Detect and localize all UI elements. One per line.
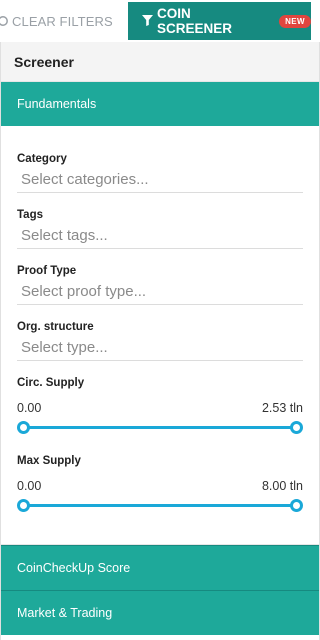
- tags-field: Tags: [17, 207, 303, 249]
- clear-filters-button[interactable]: CLEAR FILTERS: [0, 10, 113, 32]
- org-structure-field: Org. structure: [17, 319, 303, 361]
- max-supply-max-value: 8.00 tln: [261, 479, 303, 493]
- category-label: Category: [17, 153, 67, 165]
- max-supply-min-handle[interactable]: [17, 499, 30, 512]
- circ-supply-min-handle[interactable]: [17, 421, 30, 434]
- circ-supply-values: 0.00 2.53 tln: [17, 401, 303, 417]
- section-fundamentals-header[interactable]: Fundamentals: [1, 82, 319, 126]
- max-supply-min-value: 0.00: [17, 479, 42, 493]
- category-field: Category: [17, 151, 303, 193]
- filter-icon: [142, 14, 153, 29]
- max-supply-label: Max Supply: [17, 455, 81, 467]
- clear-filters-label: CLEAR FILTERS: [12, 13, 113, 29]
- category-input[interactable]: [17, 167, 303, 193]
- circ-supply-slider[interactable]: [17, 419, 303, 435]
- proof-type-input[interactable]: [17, 279, 303, 305]
- top-bar: CLEAR FILTERS COIN SCREENER NEW: [0, 0, 320, 42]
- max-supply-slider-track: [23, 504, 297, 507]
- coin-screener-button[interactable]: COIN SCREENER NEW: [128, 2, 311, 40]
- tags-input[interactable]: [17, 223, 303, 249]
- proof-type-field: Proof Type: [17, 263, 303, 305]
- circ-supply-max-handle[interactable]: [290, 421, 303, 434]
- circ-supply-label: Circ. Supply: [17, 377, 85, 389]
- circ-supply-range: Circ. Supply 0.00 2.53 tln: [17, 375, 303, 435]
- org-structure-label: Org. structure: [17, 321, 94, 333]
- section-market-trading-header[interactable]: Market & Trading: [1, 590, 319, 635]
- coin-screener-label: COIN SCREENER: [157, 6, 233, 36]
- proof-type-label: Proof Type: [17, 265, 77, 277]
- circ-supply-min-value: 0.00: [17, 401, 42, 415]
- fundamentals-body: Category Tags Proof Type Org. structure …: [1, 126, 319, 545]
- max-supply-range: Max Supply 0.00 8.00 tln: [17, 453, 303, 513]
- section-coincheckup-score-header[interactable]: CoinCheckUp Score: [1, 545, 319, 590]
- tags-label: Tags: [17, 209, 43, 221]
- circ-supply-max-value: 2.53 tln: [261, 401, 303, 415]
- max-supply-values: 0.00 8.00 tln: [17, 479, 303, 495]
- panel-title: Screener: [1, 42, 319, 82]
- reset-icon: [0, 15, 9, 27]
- screener-panel: Screener Fundamentals Category Tags Proo…: [0, 42, 320, 640]
- max-supply-max-handle[interactable]: [290, 499, 303, 512]
- org-structure-input[interactable]: [17, 335, 303, 361]
- max-supply-slider[interactable]: [17, 497, 303, 513]
- circ-supply-slider-track: [23, 426, 297, 429]
- new-badge: NEW: [279, 14, 311, 28]
